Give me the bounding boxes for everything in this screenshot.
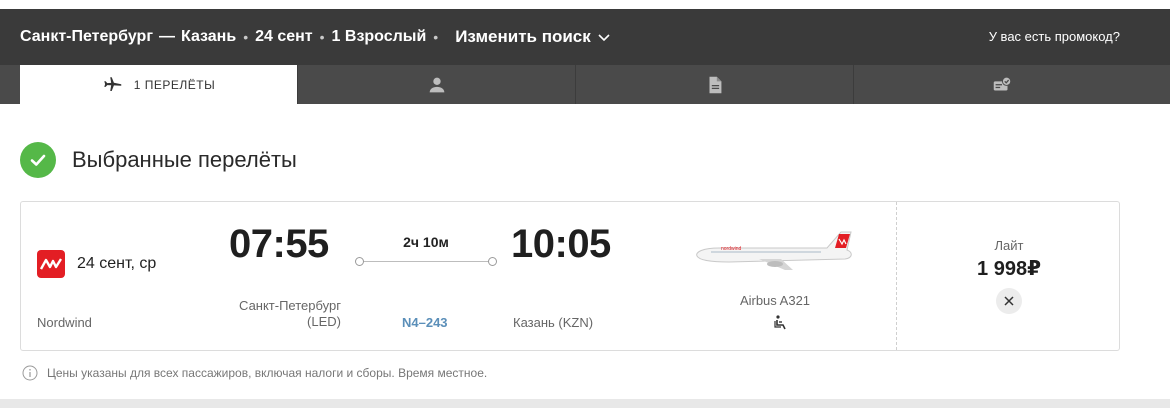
search-date: 24 сент: [255, 28, 313, 45]
change-search-label: Изменить поиск: [455, 27, 591, 46]
remove-flight-button[interactable]: [996, 288, 1022, 314]
success-check-icon: [20, 142, 56, 178]
route-line: [355, 257, 497, 267]
flight-card: 24 сент, ср Nordwind 07:55 2ч 10м 10:05 …: [20, 201, 1120, 351]
fare-name: Лайт: [994, 238, 1024, 253]
info-icon: [22, 365, 38, 381]
close-icon: [1004, 296, 1014, 306]
selected-flights-heading: Выбранные перелёты: [20, 142, 297, 178]
separator-dot: •: [243, 29, 249, 45]
destination-city: Казань: [180, 28, 237, 45]
tab-documents[interactable]: [576, 65, 854, 104]
airline-name: Nordwind: [37, 315, 92, 330]
seat-icon: [774, 315, 786, 330]
price-note-text: Цены указаны для всех пассажиров, включа…: [47, 366, 488, 380]
aircraft-image-icon: nordwind: [696, 231, 852, 270]
route-dash: —: [158, 28, 175, 45]
aircraft-type: Airbus A321: [739, 293, 811, 308]
svg-text:nordwind: nordwind: [721, 246, 742, 252]
nordwind-logo-icon: [37, 250, 65, 278]
ticket-check-icon: [993, 76, 1012, 90]
booking-steps-tabs: 1 ПЕРЕЛЁТЫ: [0, 65, 1170, 104]
departure-time: 07:55: [229, 222, 329, 266]
price-note: Цены указаны для всех пассажиров, включа…: [22, 365, 487, 381]
flight-date: 24 сент, ср: [77, 255, 157, 272]
tab-passengers[interactable]: [298, 65, 576, 104]
departure-city: Санкт-Петербург: [239, 298, 341, 313]
arrival-airport: Казань (KZN): [513, 315, 594, 330]
bottom-strip: [0, 399, 1170, 408]
flight-number-link[interactable]: N4–243: [402, 315, 448, 330]
flight-duration: 2ч 10м: [403, 234, 449, 250]
tab-flights-label: 1 ПЕРЕЛЁТЫ: [133, 77, 216, 92]
tab-payment[interactable]: [854, 65, 1150, 104]
arrival-time: 10:05: [511, 222, 611, 266]
passenger-count: 1 Взрослый: [331, 28, 427, 45]
separator-dot: •: [433, 29, 439, 45]
page-title: Выбранные перелёты: [72, 147, 297, 172]
origin-city: Санкт-Петербург: [20, 28, 153, 45]
promo-code-link[interactable]: У вас есть промокод?: [989, 29, 1120, 44]
tab-flights[interactable]: 1 ПЕРЕЛЁТЫ: [20, 65, 298, 104]
airplane-icon: [104, 76, 121, 91]
departure-airport: Санкт-Петербург (LED): [201, 298, 341, 330]
top-gap: [0, 0, 1170, 9]
search-summary-bar: Санкт-Петербург — Казань • 24 сент • 1 В…: [0, 9, 1170, 65]
main-content: Выбранные перелёты 24 сент, ср Nordwind …: [0, 104, 1170, 399]
fare-price: 1 998₽: [977, 258, 1041, 280]
person-icon: [429, 77, 444, 92]
change-search-button[interactable]: Изменить поиск: [455, 27, 611, 47]
departure-code: (LED): [307, 314, 341, 329]
document-icon: [709, 76, 721, 93]
separator-dot: •: [319, 29, 325, 45]
chevron-down-icon: [598, 34, 610, 42]
